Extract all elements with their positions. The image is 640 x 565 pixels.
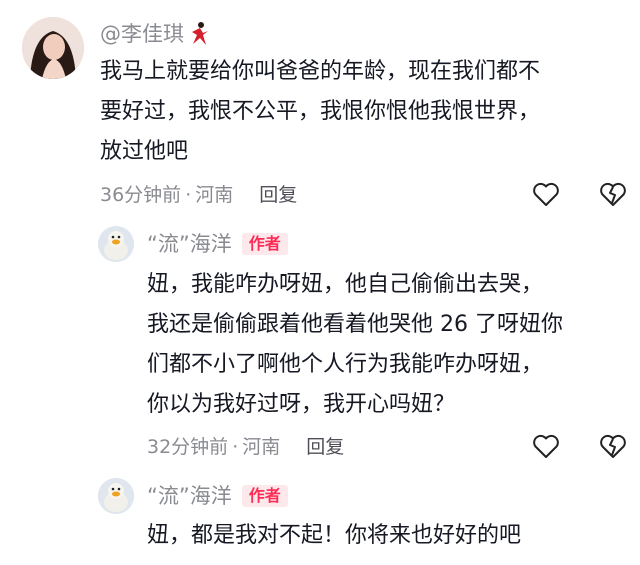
username[interactable]: “流”海洋 (147, 483, 232, 509)
meta-separator: · (185, 184, 192, 206)
reply-button[interactable]: 回复 (306, 435, 344, 459)
heart-outline-icon[interactable] (532, 181, 560, 207)
username[interactable]: @李佳琪 (100, 21, 184, 47)
comment-text-line: 妞，我能咋办呀妞，他自己偷偷出去哭， (147, 272, 544, 297)
comment-text-line: 们都不小了啊他个人行为我能咋办呀妞， (147, 352, 544, 377)
comment-time: 32分钟前 (147, 436, 229, 458)
dancer-emoji-icon (188, 21, 212, 47)
comment-text: 我马上就要给你叫爸爸的年龄，现在我们都不 要好过，我恨不公平，我恨你恨他我恨世界… (100, 52, 540, 172)
comment-text-line: 我马上就要给你叫爸爸的年龄，现在我们都不 (100, 59, 541, 84)
username[interactable]: “流”海洋 (147, 231, 232, 257)
comment-time: 36分钟前 (100, 184, 182, 206)
username-row: “流”海洋 作者 (147, 483, 288, 509)
username-row: “流”海洋 作者 (147, 231, 288, 257)
author-badge: 作者 (241, 485, 288, 507)
heart-outline-icon[interactable] (532, 433, 560, 459)
comment-text-line: 我还是偷偷跟着他看着他哭他 26 了呀妞你 (147, 312, 563, 337)
comment-text: 妞，我能咋办呀妞，他自己偷偷出去哭， 我还是偷偷跟着他看着他哭他 26 了呀妞你… (147, 265, 563, 425)
avatar[interactable] (98, 226, 134, 262)
comment-meta: 36分钟前 · 河南 回复 (100, 183, 297, 207)
avatar[interactable] (98, 478, 134, 514)
comment-text-line: 放过他吧 (100, 139, 189, 164)
comment-text-line: 妞，都是我对不起！你将来也好好的吧 (147, 523, 522, 548)
comment-text-line: 你以为我好过呀，我开心吗妞？ (147, 392, 456, 417)
comment-location: 河南 (242, 436, 281, 458)
author-badge: 作者 (241, 233, 288, 255)
meta-separator: · (232, 436, 239, 458)
comment-text: 妞，都是我对不起！你将来也好好的吧 (147, 516, 521, 556)
avatar[interactable] (22, 17, 84, 79)
broken-heart-icon[interactable] (599, 433, 627, 459)
comment-meta: 32分钟前 · 河南 回复 (147, 435, 344, 459)
broken-heart-icon[interactable] (599, 181, 627, 207)
username-row: @李佳琪 (100, 21, 212, 47)
comment-location: 河南 (195, 184, 234, 206)
comment-text-line: 要好过，我恨不公平，我恨你恨他我恨世界， (100, 99, 541, 124)
reply-button[interactable]: 回复 (259, 183, 297, 207)
